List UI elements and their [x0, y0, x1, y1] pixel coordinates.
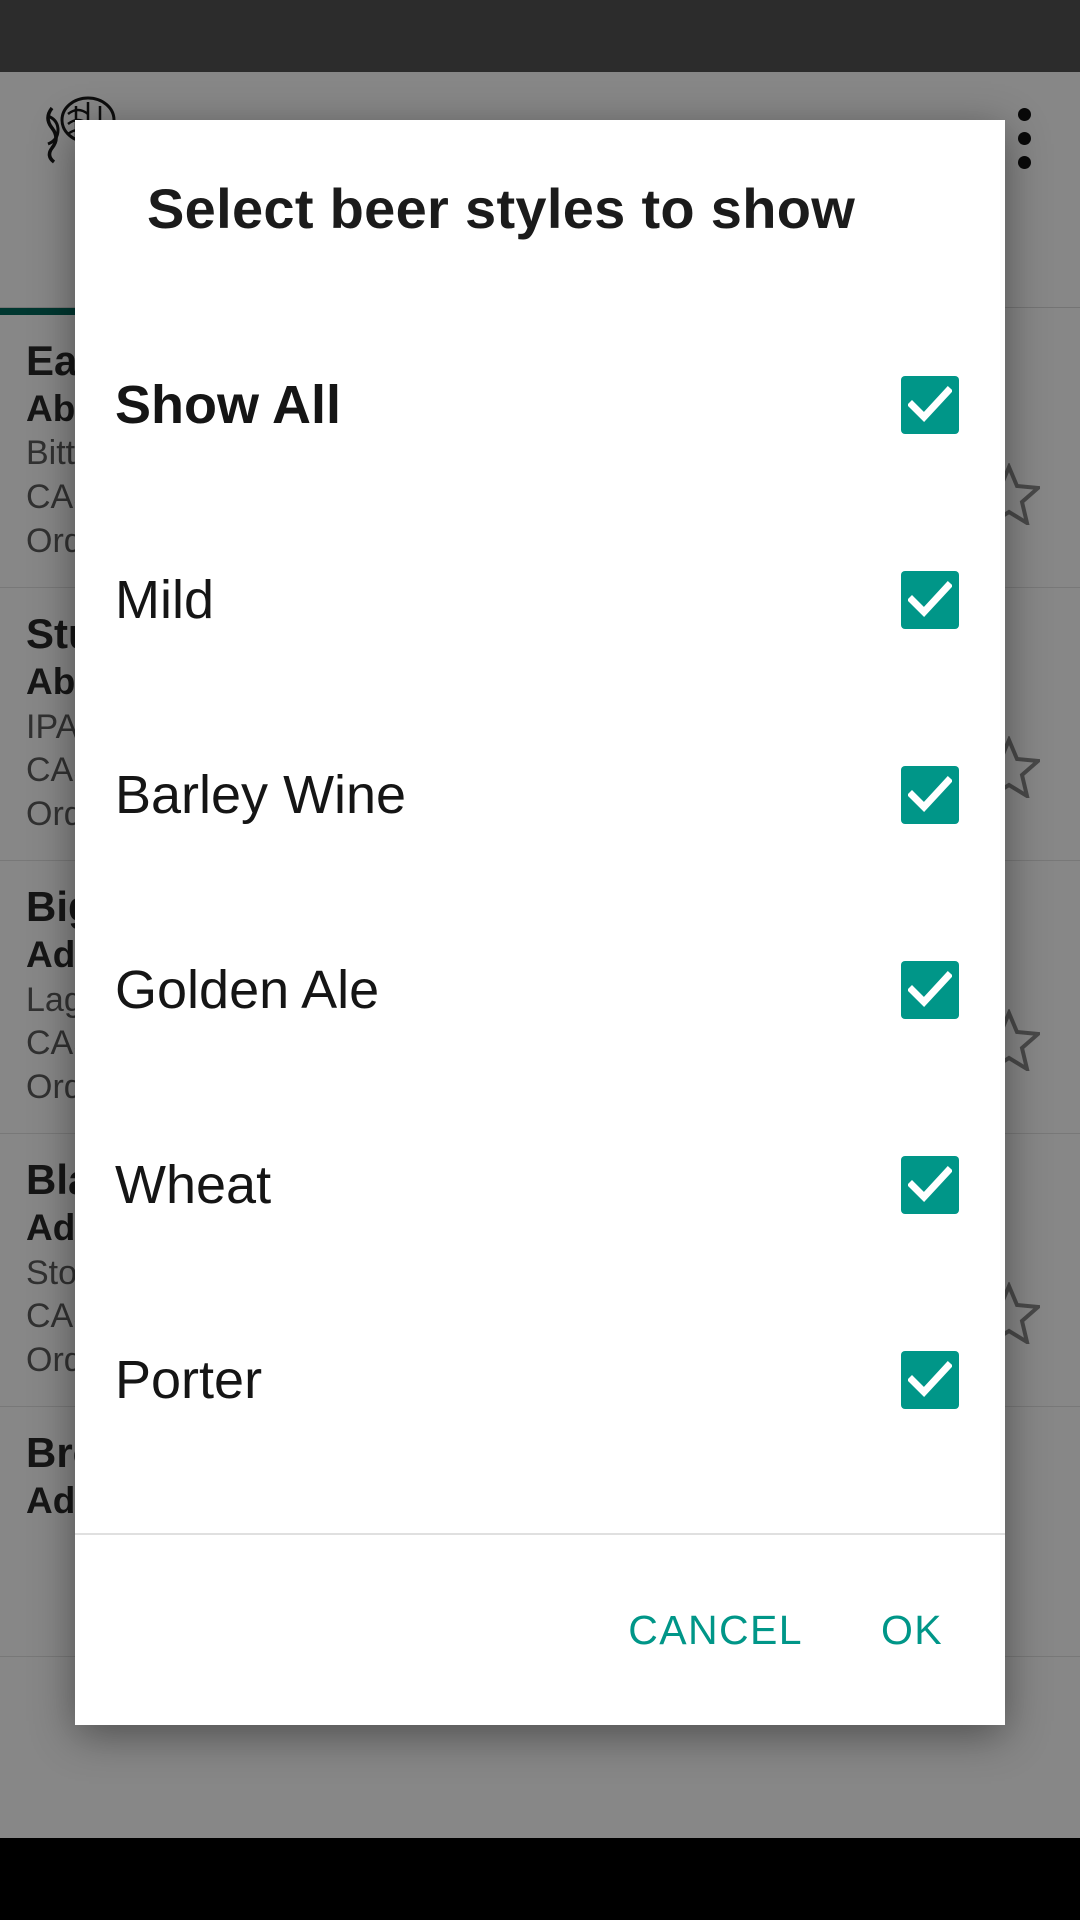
style-label: Golden Ale [115, 959, 380, 1020]
style-row-wheat[interactable]: Wheat [75, 1087, 1005, 1282]
cancel-button[interactable]: CANCEL [628, 1607, 803, 1654]
style-list[interactable]: Show All Mild Barley Wine Golden Ale Whe… [75, 241, 1005, 1533]
checkbox-barley-wine[interactable] [901, 765, 959, 824]
ok-button[interactable]: OK [881, 1607, 943, 1654]
checkbox-porter[interactable] [901, 1350, 959, 1409]
style-label: Wheat [115, 1154, 272, 1215]
checkbox-mild[interactable] [901, 570, 959, 629]
checkbox-show-all[interactable] [901, 375, 959, 434]
dialog-action-bar: CANCEL OK [75, 1535, 1005, 1725]
dialog-title: Select beer styles to show [147, 177, 856, 240]
style-row-golden-ale[interactable]: Golden Ale [75, 892, 1005, 1087]
style-row-barley-wine[interactable]: Barley Wine [75, 697, 1005, 892]
navigation-bar [0, 1838, 1080, 1920]
checkbox-golden-ale[interactable] [901, 960, 959, 1019]
style-row-show-all[interactable]: Show All [75, 307, 1005, 502]
style-label: Show All [115, 374, 341, 435]
style-row-porter[interactable]: Porter [75, 1282, 1005, 1477]
style-row-mild[interactable]: Mild [75, 502, 1005, 697]
style-label: Porter [115, 1349, 263, 1410]
style-row-ipa[interactable]: IPA [75, 1477, 1005, 1533]
status-bar [0, 0, 1080, 72]
beer-styles-dialog: Select beer styles to show Show All Mild [75, 120, 1005, 1725]
screen: Beers BEERS BREWERIES BAR Eas Abs Bitt C… [0, 0, 1080, 1920]
style-label: Barley Wine [115, 764, 407, 825]
checkbox-wheat[interactable] [901, 1155, 959, 1214]
style-label: Mild [115, 569, 215, 630]
